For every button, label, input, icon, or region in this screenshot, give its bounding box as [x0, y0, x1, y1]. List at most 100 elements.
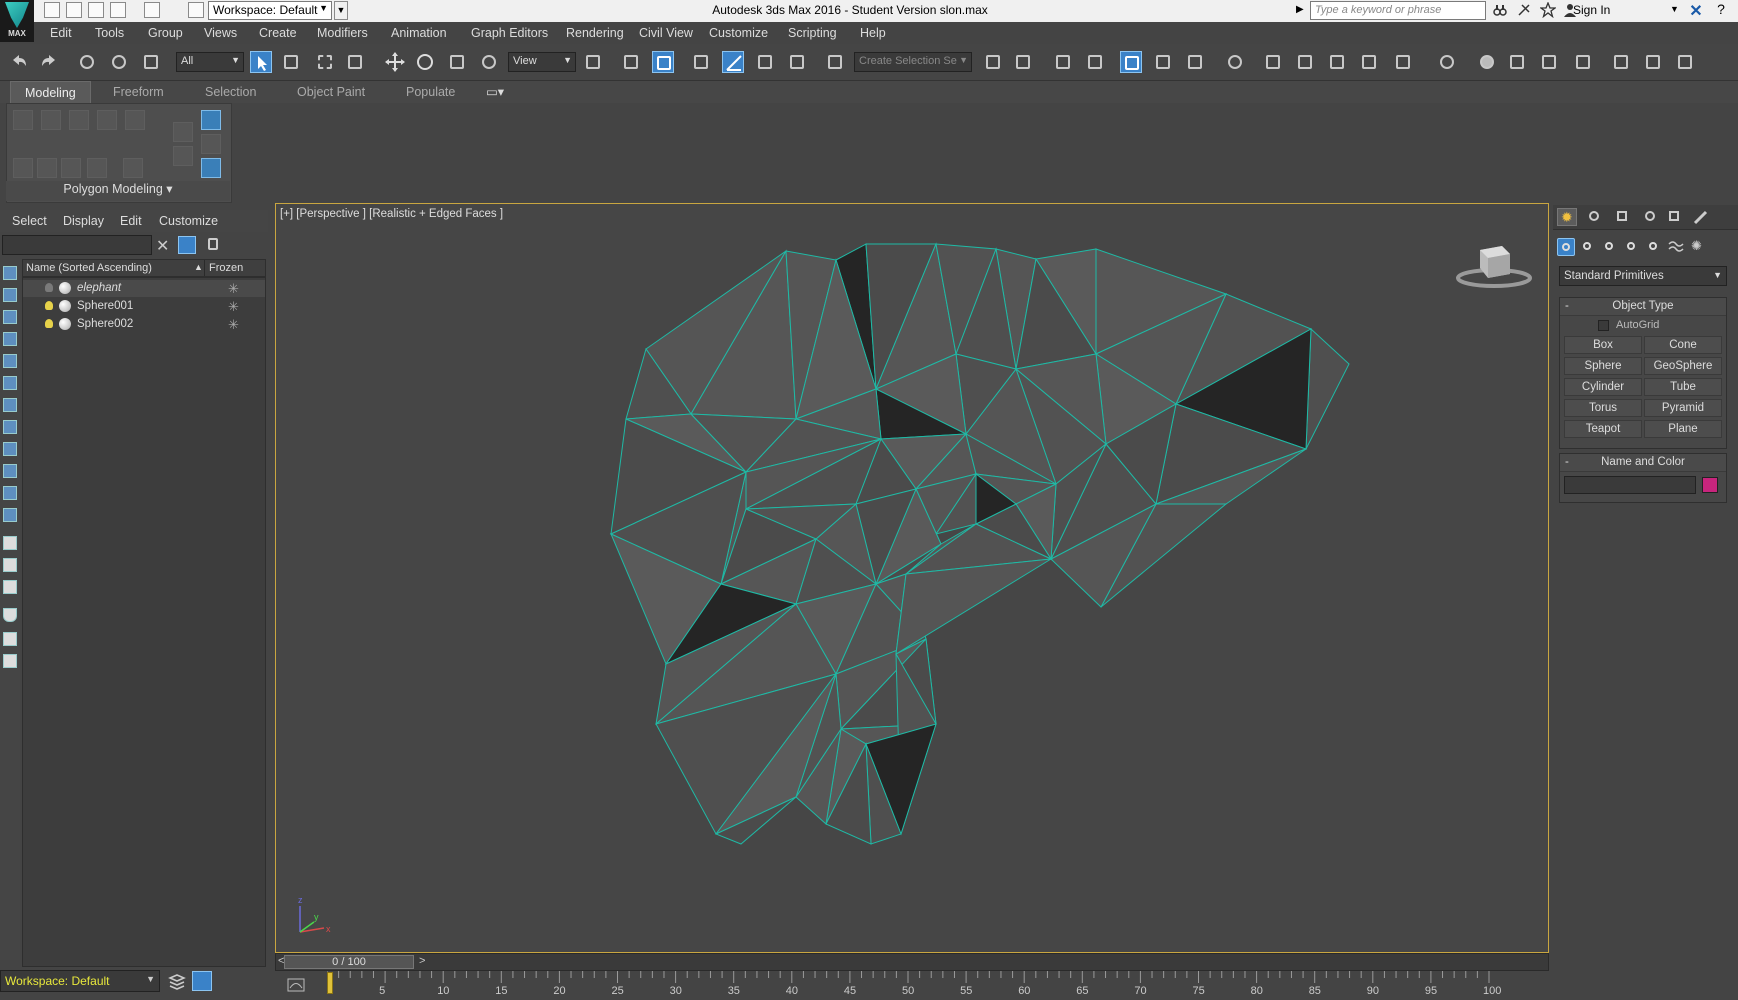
edge-mode-icon[interactable]: [41, 110, 61, 130]
modify-mode-icon[interactable]: [201, 110, 221, 130]
se-menu-display[interactable]: Display: [63, 214, 104, 228]
unlink-icon[interactable]: [108, 51, 130, 73]
ring-icon[interactable]: [61, 158, 81, 178]
pin-stack-icon[interactable]: [173, 122, 193, 142]
hair-icon[interactable]: [1538, 51, 1560, 73]
hierarchy-icon[interactable]: [3, 632, 17, 646]
tube-button[interactable]: Tube: [1644, 378, 1722, 396]
select-manipulate-icon[interactable]: [620, 51, 642, 73]
menu-scripting[interactable]: Scripting: [788, 26, 837, 40]
undo-icon[interactable]: [110, 2, 126, 18]
app-logo[interactable]: MAX: [0, 0, 34, 42]
material-editor-icon[interactable]: [1224, 51, 1246, 73]
viewcube-icon[interactable]: [1454, 240, 1534, 292]
show-end-result-icon[interactable]: [173, 146, 193, 166]
funnel-icon[interactable]: [3, 608, 17, 622]
open-file-icon[interactable]: [66, 2, 82, 18]
scene-explorer-search-input[interactable]: [2, 235, 152, 255]
keyboard-shortcut-override-icon[interactable]: [652, 51, 674, 73]
particle-icon[interactable]: [1572, 51, 1594, 73]
workspace-selector[interactable]: Workspace: Default ▼: [0, 970, 160, 992]
display-xrefs-icon[interactable]: [3, 442, 17, 456]
named-selection-set-dropdown[interactable]: Create Selection Se ▼: [854, 52, 972, 72]
sphere-button[interactable]: Sphere: [1564, 357, 1642, 375]
se-menu-customize[interactable]: Customize: [159, 214, 218, 228]
display-space-warps-icon[interactable]: [3, 398, 17, 412]
globe-icon[interactable]: [1436, 51, 1458, 73]
selection-filter-dropdown[interactable]: All ▼: [176, 52, 244, 72]
object-name-input[interactable]: [1564, 476, 1696, 494]
lights-icon[interactable]: [1601, 238, 1619, 256]
object-color-swatch[interactable]: [1702, 477, 1718, 493]
tab-selection[interactable]: Selection: [205, 85, 256, 99]
list-item[interactable]: elephant ✳: [23, 280, 265, 297]
torus-button[interactable]: Torus: [1564, 399, 1642, 417]
reference-coordinate-dropdown[interactable]: View ▼: [508, 52, 576, 72]
display-containers-icon[interactable]: [3, 486, 17, 500]
scale-icon[interactable]: [446, 51, 468, 73]
track-bar[interactable]: 5 10 15 20 25 30 35 40 45 50 55 60 65 70 75 80 85 90 95 100: [275, 971, 1549, 1000]
vertex-mode-icon[interactable]: [13, 110, 33, 130]
layers-icon[interactable]: [1084, 51, 1106, 73]
edit-named-selection-icon[interactable]: [824, 51, 846, 73]
cloth-icon[interactable]: [1506, 51, 1528, 73]
filter-icon[interactable]: [178, 236, 196, 254]
cylinder-button[interactable]: Cylinder: [1564, 378, 1642, 396]
tab-freeform[interactable]: Freeform: [113, 85, 164, 99]
geometry-icon[interactable]: [1557, 238, 1575, 256]
render-production-icon[interactable]: [1326, 51, 1348, 73]
autogrid-checkbox[interactable]: [1598, 320, 1609, 331]
plane-button[interactable]: Plane: [1644, 420, 1722, 438]
snaps-toggle-icon[interactable]: [690, 51, 712, 73]
curve-editor-icon[interactable]: [1152, 51, 1174, 73]
next-key-icon[interactable]: [1674, 51, 1696, 73]
menu-modifiers[interactable]: Modifiers: [317, 26, 368, 40]
display-helpers-icon[interactable]: [3, 376, 17, 390]
border-mode-icon[interactable]: [69, 110, 89, 130]
element-mode-icon[interactable]: [125, 110, 145, 130]
make-unique-icon[interactable]: [201, 134, 221, 154]
display-all-icon[interactable]: [3, 536, 17, 550]
geometry-type-dropdown[interactable]: Standard Primitives ▼: [1559, 266, 1727, 286]
new-file-icon[interactable]: [44, 2, 60, 18]
display-geometry-icon[interactable]: [3, 288, 17, 302]
geosphere-button[interactable]: GeoSphere: [1644, 357, 1722, 375]
quick-access-dropdown[interactable]: ▼: [334, 1, 348, 20]
light-bulb-icon[interactable]: [45, 319, 53, 328]
menu-group[interactable]: Group: [148, 26, 183, 40]
display-bones-icon[interactable]: [3, 464, 17, 478]
rectangular-selection-icon[interactable]: [314, 51, 336, 73]
list-item[interactable]: Sphere002 ✳: [23, 316, 265, 333]
sphere-icon[interactable]: [1476, 51, 1498, 73]
placement-icon[interactable]: [478, 51, 500, 73]
play-icon[interactable]: [1642, 51, 1664, 73]
collapse-stack-icon[interactable]: [123, 158, 143, 178]
box-button[interactable]: Box: [1564, 336, 1642, 354]
clear-search-icon[interactable]: ✕: [156, 236, 169, 256]
shapes-icon[interactable]: [1579, 238, 1597, 256]
column-name-header[interactable]: Name (Sorted Ascending): [26, 262, 152, 274]
motion-tab-icon[interactable]: [1641, 208, 1661, 226]
redo-icon[interactable]: [38, 51, 60, 73]
sign-in-link[interactable]: Sign In: [1573, 3, 1610, 17]
project-folder-icon[interactable]: [188, 2, 204, 18]
render-iterative-icon[interactable]: [1358, 51, 1380, 73]
menu-help[interactable]: Help: [860, 26, 886, 40]
time-slider-thumb[interactable]: 0 / 100: [284, 955, 414, 969]
space-warps-icon[interactable]: [1667, 238, 1685, 256]
rotate-icon[interactable]: [414, 51, 436, 73]
display-groups-icon[interactable]: [3, 420, 17, 434]
menu-animation[interactable]: Animation: [391, 26, 447, 40]
ribbon-options-icon[interactable]: ▭▾: [486, 84, 504, 99]
select-object-icon[interactable]: [250, 51, 272, 73]
favorites-star-icon[interactable]: [1539, 1, 1557, 19]
freeze-icon[interactable]: ✳: [228, 281, 239, 297]
help-icon[interactable]: ?: [1712, 1, 1730, 19]
layers-stack-icon[interactable]: [168, 972, 186, 990]
time-slider-next-icon[interactable]: >: [419, 955, 425, 967]
display-cameras-icon[interactable]: [3, 354, 17, 368]
menu-civil-view[interactable]: Civil View: [639, 26, 693, 40]
cameras-icon[interactable]: [1623, 238, 1641, 256]
time-slider[interactable]: < 0 / 100 >: [275, 953, 1549, 971]
move-icon[interactable]: [384, 51, 406, 73]
